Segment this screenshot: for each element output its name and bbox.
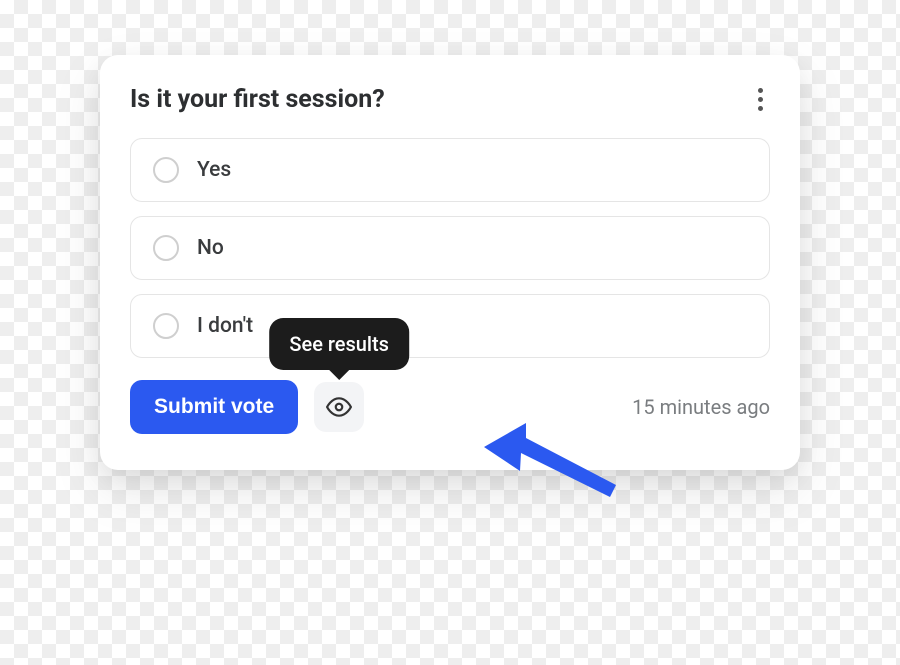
more-menu-icon[interactable] [750,88,770,111]
see-results-wrapper: See results [314,382,364,432]
poll-option-label: I don't [197,314,253,338]
radio-unselected-icon [153,235,179,261]
poll-timestamp: 15 minutes ago [632,395,770,419]
poll-option[interactable]: Yes [130,138,770,202]
poll-card: Is it your first session? Yes No I don't… [100,55,800,470]
radio-unselected-icon [153,313,179,339]
poll-footer: Submit vote See results 15 minutes ago [130,380,770,434]
submit-vote-button[interactable]: Submit vote [130,380,298,434]
radio-unselected-icon [153,157,179,183]
poll-option-label: Yes [197,158,231,182]
poll-title: Is it your first session? [130,85,385,114]
poll-option-label: No [197,236,224,260]
poll-option[interactable]: I don't [130,294,770,358]
poll-option[interactable]: No [130,216,770,280]
annotation-arrow-icon [484,423,624,543]
poll-header: Is it your first session? [130,85,770,114]
eye-icon [326,394,352,420]
see-results-tooltip: See results [269,318,409,370]
